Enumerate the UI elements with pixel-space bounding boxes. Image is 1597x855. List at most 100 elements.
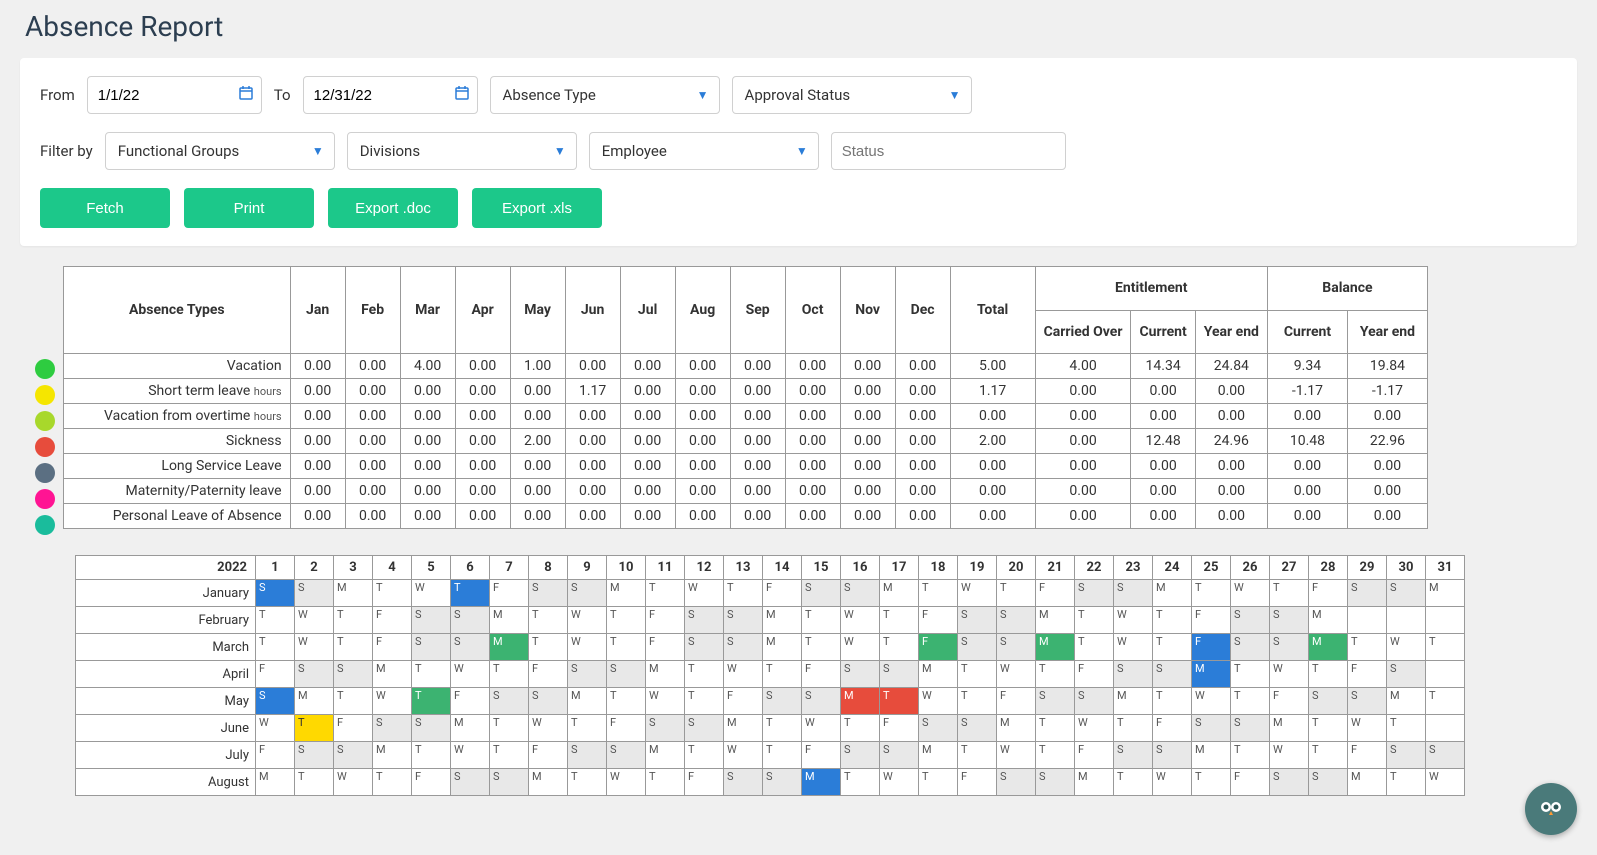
calendar-day[interactable]: W — [958, 580, 997, 607]
calendar-day[interactable]: W — [724, 661, 763, 688]
calendar-day[interactable]: M — [373, 661, 412, 688]
calendar-day[interactable]: S — [529, 580, 568, 607]
calendar-day[interactable]: S — [1426, 742, 1465, 769]
calendar-day[interactable]: T — [256, 607, 295, 634]
calendar-day[interactable]: S — [841, 580, 880, 607]
calendar-day[interactable]: S — [1114, 580, 1153, 607]
calendar-day[interactable]: T — [763, 715, 802, 742]
divisions-select[interactable]: Divisions ▼ — [347, 132, 577, 170]
calendar-day[interactable]: W — [880, 769, 919, 796]
calendar-day[interactable]: S — [1270, 607, 1309, 634]
calendar-day[interactable]: F — [1075, 661, 1114, 688]
calendar-day[interactable]: S — [412, 715, 451, 742]
calendar-day[interactable]: M — [646, 661, 685, 688]
calendar-day[interactable]: T — [529, 607, 568, 634]
calendar-day[interactable]: M — [1270, 715, 1309, 742]
calendar-day[interactable]: T — [919, 769, 958, 796]
calendar-day[interactable]: S — [802, 688, 841, 715]
calendar-day[interactable]: T — [607, 634, 646, 661]
calendar-day[interactable]: S — [880, 742, 919, 769]
calendar-day[interactable]: T — [724, 580, 763, 607]
calendar-day[interactable]: F — [490, 580, 529, 607]
calendar-day[interactable]: W — [997, 661, 1036, 688]
calendar-day[interactable]: F — [412, 769, 451, 796]
calendar-day[interactable]: F — [529, 742, 568, 769]
calendar-day[interactable]: S — [1387, 580, 1426, 607]
employee-select[interactable]: Employee ▼ — [589, 132, 819, 170]
calendar-day[interactable]: M — [1036, 634, 1075, 661]
status-input[interactable] — [831, 132, 1066, 170]
calendar-day[interactable]: F — [1075, 742, 1114, 769]
fetch-button[interactable]: Fetch — [40, 188, 170, 228]
from-date[interactable] — [87, 76, 262, 114]
calendar-day[interactable]: F — [1309, 580, 1348, 607]
calendar-day[interactable]: F — [1231, 769, 1270, 796]
calendar-day[interactable]: S — [1153, 661, 1192, 688]
calendar-day[interactable]: S — [1075, 580, 1114, 607]
calendar-day[interactable]: T — [958, 661, 997, 688]
calendar-day[interactable]: M — [1036, 607, 1075, 634]
calendar-day[interactable]: W — [1075, 715, 1114, 742]
calendar-day[interactable]: W — [841, 634, 880, 661]
calendar-day[interactable]: M — [490, 634, 529, 661]
calendar-day[interactable]: T — [490, 742, 529, 769]
calendar-day[interactable]: T — [412, 661, 451, 688]
calendar-day[interactable]: M — [1309, 607, 1348, 634]
calendar-day[interactable]: F — [1192, 607, 1231, 634]
calendar-day[interactable]: S — [1270, 634, 1309, 661]
calendar-day[interactable]: S — [997, 607, 1036, 634]
calendar-day[interactable]: S — [568, 580, 607, 607]
export-doc-button[interactable]: Export .doc — [328, 188, 458, 228]
calendar-day[interactable]: T — [1231, 688, 1270, 715]
calendar-day[interactable]: T — [568, 715, 607, 742]
calendar-day[interactable]: S — [1309, 688, 1348, 715]
calendar-day[interactable]: S — [1348, 580, 1387, 607]
calendar-day[interactable]: M — [841, 688, 880, 715]
calendar-day[interactable]: S — [685, 607, 724, 634]
calendar-day[interactable]: S — [412, 634, 451, 661]
calendar-day[interactable]: M — [373, 742, 412, 769]
calendar-day[interactable]: M — [1114, 688, 1153, 715]
calendar-day[interactable]: S — [1036, 769, 1075, 796]
calendar-day[interactable]: M — [1075, 769, 1114, 796]
calendar-day[interactable]: T — [1387, 715, 1426, 742]
calendar-day[interactable]: S — [1114, 742, 1153, 769]
calendar-day[interactable]: W — [607, 769, 646, 796]
calendar-day[interactable]: T — [1309, 661, 1348, 688]
calendar-day[interactable]: M — [295, 688, 334, 715]
calendar-day[interactable]: M — [802, 769, 841, 796]
calendar-day[interactable]: T — [1075, 607, 1114, 634]
calendar-day[interactable]: S — [685, 715, 724, 742]
calendar-day[interactable]: F — [997, 688, 1036, 715]
calendar-day[interactable]: F — [1036, 580, 1075, 607]
help-owl-fab[interactable] — [1525, 783, 1577, 835]
calendar-day[interactable]: T — [1426, 634, 1465, 661]
calendar-day[interactable]: T — [802, 634, 841, 661]
calendar-day[interactable]: T — [1114, 715, 1153, 742]
calendar-day[interactable]: T — [256, 634, 295, 661]
calendar-day[interactable]: S — [958, 634, 997, 661]
calendar-day[interactable]: W — [529, 715, 568, 742]
absence-type-select[interactable]: Absence Type ▼ — [490, 76, 720, 114]
calendar-day[interactable]: T — [1153, 634, 1192, 661]
calendar-day[interactable]: F — [1348, 661, 1387, 688]
calendar-day[interactable]: W — [451, 742, 490, 769]
calendar-day[interactable]: S — [724, 634, 763, 661]
calendar-day[interactable]: F — [1192, 634, 1231, 661]
calendar-day[interactable]: S — [1036, 688, 1075, 715]
calendar-day[interactable]: M — [1387, 688, 1426, 715]
calendar-day[interactable]: T — [685, 661, 724, 688]
calendar-day[interactable]: W — [568, 634, 607, 661]
calendar-day[interactable]: M — [334, 580, 373, 607]
calendar-day[interactable]: W — [1114, 634, 1153, 661]
calendar-day[interactable]: T — [646, 580, 685, 607]
calendar-day[interactable]: T — [1231, 661, 1270, 688]
calendar-day[interactable]: T — [1075, 634, 1114, 661]
calendar-day[interactable]: T — [646, 769, 685, 796]
calendar-day[interactable]: T — [1114, 769, 1153, 796]
calendar-day[interactable]: W — [568, 607, 607, 634]
calendar-day[interactable]: S — [685, 634, 724, 661]
calendar-day[interactable]: T — [295, 769, 334, 796]
calendar-day[interactable]: S — [1192, 715, 1231, 742]
calendar-day[interactable]: S — [295, 661, 334, 688]
